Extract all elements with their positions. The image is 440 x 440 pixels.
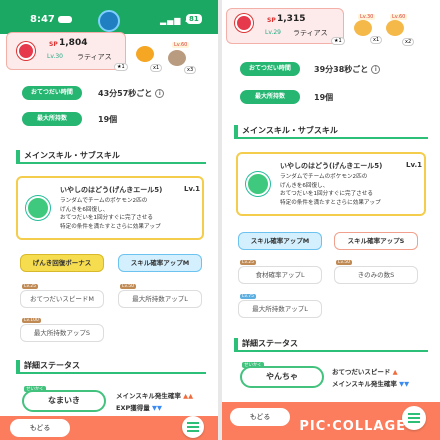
- ingredient-level-tag: Lv.30: [358, 14, 376, 20]
- skill-name: いやしのはどう(げんきエール5): [60, 186, 163, 194]
- sub-skill-level-tag: Lv.50: [120, 284, 136, 289]
- max-carry-value: 19個: [314, 93, 334, 102]
- latias-icon: [235, 14, 253, 32]
- skill-description: ランダムでチームのポケモン2匹の げんきを6回復し、 おてつだいを1回分すぐに完了さ…: [60, 198, 161, 230]
- right-screenshot-panel: SP 1,315 Lv.29 ラティアス ★1 Lv.30 x1 Lv.60 x…: [222, 0, 440, 440]
- sub-skill-button[interactable]: スキル確率アップS: [334, 232, 418, 250]
- latias-icon: [17, 42, 35, 60]
- ingredient-count: x3: [184, 66, 197, 74]
- pumpkin-icon: [354, 20, 372, 36]
- bottom-bar: もどる PIC·COLLAGE: [222, 402, 440, 440]
- nature-pill[interactable]: なまいき: [22, 390, 106, 412]
- sub-skill-button[interactable]: スキル確率アップM: [238, 232, 322, 250]
- help-time-label: おてつだい時間: [22, 86, 82, 100]
- ingredient-count: x2: [402, 38, 415, 46]
- sub-skill-level-tag: Lv.25: [22, 284, 38, 289]
- skill-name: いやしのはどう(げんきエール5): [280, 162, 383, 170]
- pokemon-level: Lv.30: [47, 53, 63, 60]
- menu-button[interactable]: [182, 416, 204, 438]
- star-count: ★1: [331, 37, 345, 45]
- star-count: ★1: [114, 63, 128, 71]
- skill-smile-icon: [26, 196, 50, 220]
- detail-status-section-title: 詳細ステータス: [16, 360, 206, 374]
- max-carry-value: 19個: [98, 115, 118, 124]
- nature-pill[interactable]: やんちゃ: [240, 366, 324, 388]
- skill-level: Lv.1: [184, 185, 200, 193]
- pokemon-card[interactable]: SP 1,804 Lv.30 ラティアス ★1: [6, 32, 128, 71]
- sub-skill-level-tag: Lv.25: [240, 260, 256, 265]
- left-screenshot-panel: 8:47 ▂▄▆ 4G 81 SP 1,804 Lv.30 ラティアス ★1 x…: [0, 0, 218, 440]
- pokemon-level: Lv.29: [265, 29, 281, 36]
- ingredient-count: x1: [150, 64, 163, 72]
- pumpkin-icon: [386, 20, 404, 36]
- main-menu-orb-icon[interactable]: [98, 10, 120, 32]
- bottom-bar: もどる: [0, 416, 218, 440]
- sub-skill-level-tag: Lv.50: [336, 260, 352, 265]
- sub-skill-button[interactable]: きのみの数S: [334, 266, 418, 284]
- stat-up: おてつだいスピード ▲: [332, 368, 398, 376]
- pokemon-name: ラティアス: [293, 29, 328, 37]
- sub-skill-button[interactable]: スキル確率アップM: [118, 254, 202, 272]
- main-skill-card[interactable]: いやしのはどう(げんきエール5) Lv.1 ランダムでチームのポケモン2匹の げん…: [236, 152, 426, 216]
- sub-skill-button[interactable]: 食材確率アップL: [238, 266, 322, 284]
- back-button[interactable]: もどる: [10, 419, 70, 437]
- stat-down: EXP獲得量 ▼▼: [116, 404, 162, 412]
- skill-level: Lv.1: [406, 161, 422, 169]
- ingredient-level-tag: Lv.60: [390, 14, 408, 20]
- main-skill-card[interactable]: いやしのはどう(げんきエール5) Lv.1 ランダムでチームのポケモン2匹の げん…: [16, 176, 204, 240]
- pumpkin-icon: [136, 46, 154, 62]
- main-skill-section-title: メインスキル・サブスキル: [16, 150, 206, 164]
- sub-skill-button[interactable]: げんき回復ボーナス: [20, 254, 104, 272]
- back-button[interactable]: もどる: [230, 408, 290, 426]
- skill-description: ランダムでチームのポケモン2匹の げんきを6回復し、 おてつだいを1回分すぐに完了さ…: [280, 174, 381, 206]
- sp-label: SP: [267, 17, 276, 24]
- sp-value: 1,315: [277, 14, 306, 24]
- info-icon[interactable]: i: [155, 89, 165, 98]
- detail-status-section-title: 詳細ステータス: [234, 338, 428, 352]
- help-time-value: 39分38秒ごと i: [314, 64, 381, 75]
- sp-label: SP: [49, 41, 58, 48]
- ingredient-count: x1: [370, 36, 383, 44]
- skill-smile-icon: [246, 172, 270, 196]
- max-carry-label: 最大所持数: [22, 112, 82, 126]
- mushroom-icon: [168, 50, 186, 66]
- pokemon-name: ラティアス: [77, 53, 112, 61]
- stat-down: メインスキル発生確率 ▼▼: [332, 380, 410, 388]
- pic-collage-watermark: PIC·COLLAGE: [299, 419, 406, 434]
- status-bar: 8:47 ▂▄▆ 4G 81: [0, 0, 218, 34]
- sub-skill-button[interactable]: おてつだいスピードM: [20, 290, 104, 308]
- sub-skill-button[interactable]: 最大所持数アップL: [238, 300, 322, 318]
- status-time: 8:47: [30, 14, 72, 25]
- sub-skill-button[interactable]: 最大所持数アップS: [20, 324, 104, 342]
- sub-skill-level-tag: Lv.75: [240, 294, 256, 299]
- main-skill-section-title: メインスキル・サブスキル: [234, 125, 428, 139]
- help-time-label: おてつだい時間: [240, 62, 300, 76]
- location-icon: [57, 15, 72, 23]
- info-icon[interactable]: i: [371, 65, 381, 74]
- battery-indicator: 81: [186, 14, 202, 24]
- help-time-value: 43分57秒ごと i: [98, 88, 165, 99]
- max-carry-label: 最大所持数: [240, 90, 300, 104]
- ingredient-level-tag: Lv.60: [172, 42, 190, 48]
- stat-up: メインスキル発生確率 ▲▲: [116, 392, 194, 400]
- sub-skill-level-tag: Lv.100: [22, 318, 41, 323]
- sp-value: 1,804: [59, 38, 88, 48]
- pokemon-card[interactable]: SP 1,315 Lv.29 ラティアス ★1: [226, 8, 345, 45]
- sub-skill-button[interactable]: 最大所持数アップL: [118, 290, 202, 308]
